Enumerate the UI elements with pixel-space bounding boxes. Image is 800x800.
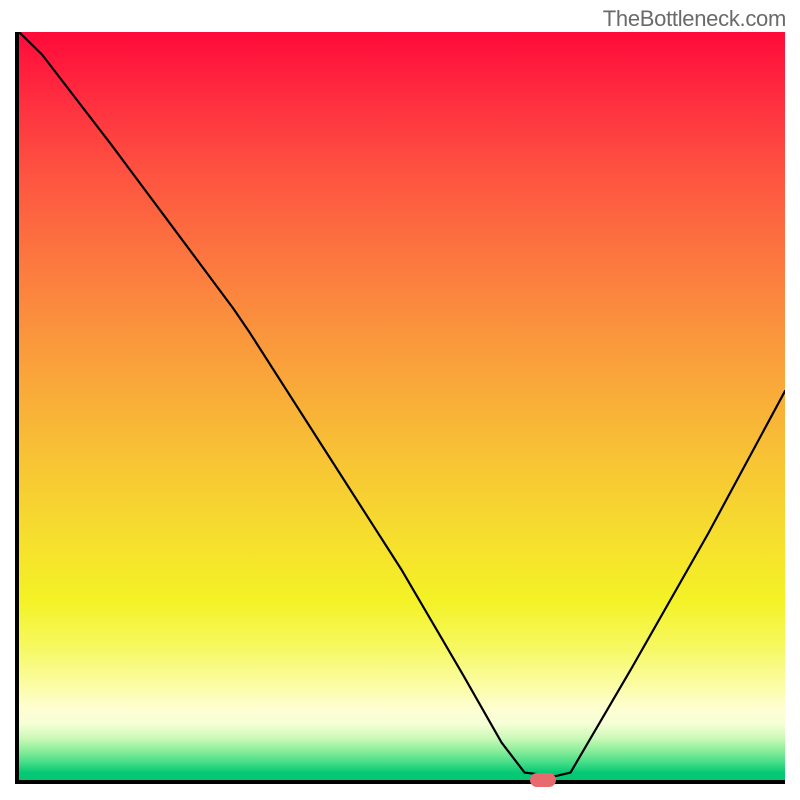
chart-container: TheBottleneck.com bbox=[0, 0, 800, 800]
bottleneck-curve bbox=[19, 32, 785, 776]
curve-svg bbox=[19, 32, 785, 780]
watermark-text: TheBottleneck.com bbox=[603, 6, 786, 32]
chart-frame bbox=[15, 32, 785, 784]
optimal-marker bbox=[530, 773, 556, 787]
